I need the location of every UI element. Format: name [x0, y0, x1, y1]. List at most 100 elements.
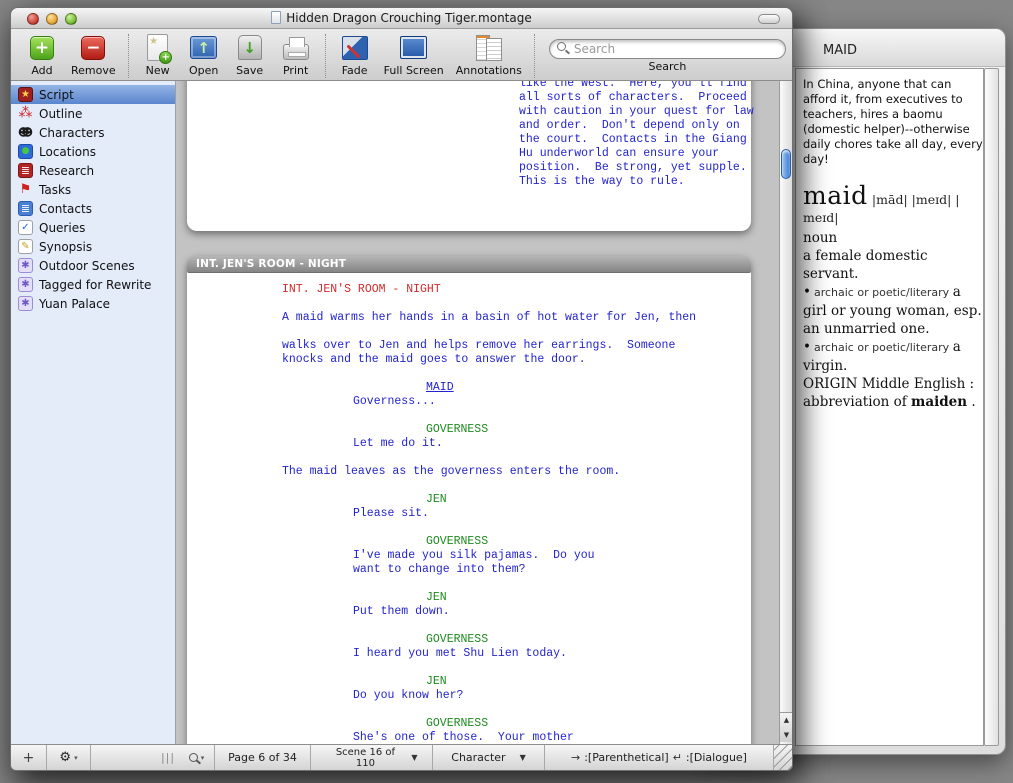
magnifier-icon	[189, 753, 198, 762]
drag-handle[interactable]: |||	[157, 745, 179, 770]
script-line-dialogue[interactable]: She's one of those. Your mother	[187, 731, 751, 744]
sidebar-item-outdoor-scenes[interactable]: ✱Outdoor Scenes	[11, 256, 175, 275]
script-line-action[interactable]: A maid warms her hands in a basin of hot…	[187, 311, 751, 325]
script-blank-line[interactable]	[187, 297, 751, 311]
fullscreen-button[interactable]: Full Screen	[384, 32, 444, 77]
fade-button[interactable]: Fade	[338, 32, 372, 77]
save-button[interactable]: ↓Save	[233, 32, 267, 77]
add-element-button[interactable]: +	[11, 745, 47, 770]
script-blank-line[interactable]	[187, 325, 751, 339]
origin-end: .	[971, 394, 975, 410]
script-line-dialogue[interactable]: Put them down.	[187, 605, 751, 619]
script-line-character[interactable]: GOVERNESS	[187, 717, 751, 731]
script-line-dialogue[interactable]: Please sit.	[187, 507, 751, 521]
script-line[interactable]: position. Be strong, yet supple.	[353, 161, 751, 175]
scrollbar-thumb[interactable]	[781, 149, 791, 179]
scroll-up-arrow-icon[interactable]: ▲	[780, 713, 793, 728]
scroll-down-arrow-icon[interactable]: ▼	[780, 728, 793, 743]
save-icon: ↓	[238, 35, 262, 60]
script-line-scene[interactable]: INT. JEN'S ROOM - NIGHT	[187, 283, 751, 297]
script-line[interactable]: the court. Contacts in the Giang	[353, 133, 751, 147]
script-line-character[interactable]: GOVERNESS	[187, 423, 751, 437]
status-bar: + ⚙ ▾ ||| ▾ Page 6 of 34 Scene 16 of 110…	[11, 744, 792, 770]
scene-selector[interactable]: Scene 16 of 110 ▼	[311, 745, 433, 770]
actions-menu-button[interactable]: ⚙ ▾	[47, 745, 91, 770]
sidebar-item-research[interactable]: ≣Research	[11, 161, 175, 180]
sidebar-item-outline[interactable]: ⁂Outline	[11, 104, 175, 123]
script-blank-line[interactable]	[187, 367, 751, 381]
add-button[interactable]: +Add	[25, 32, 59, 77]
sidebar-item-tasks[interactable]: ⚑Tasks	[11, 180, 175, 199]
script-line[interactable]: with caution in your quest for law	[353, 105, 751, 119]
sidebar-item-characters[interactable]: ☻Characters	[11, 123, 175, 142]
sidebar-item-label: Tagged for Rewrite	[39, 278, 151, 292]
script-line-action[interactable]: walks over to Jen and helps remove her e…	[187, 339, 751, 353]
toolbar-toggle-button[interactable]	[758, 14, 780, 24]
script-line-action[interactable]: The maid leaves as the governess enters …	[187, 465, 751, 479]
script-line[interactable]: like the West. Here, you'll find	[353, 81, 751, 91]
vertical-scrollbar[interactable]: ▲ ▼	[779, 81, 792, 744]
script-editor[interactable]: like the West. Here, you'll findall sort…	[176, 81, 779, 744]
script-line-dialogue[interactable]: I've made you silk pajamas. Do you	[187, 549, 751, 563]
print-label: Print	[283, 64, 308, 77]
dictionary-entry: maid |mād| |meɪd| | meɪd| noun a female …	[803, 187, 984, 411]
script-blank-line[interactable]	[187, 521, 751, 535]
script-line[interactable]: This is the way to rule.	[353, 175, 751, 189]
script-line-character[interactable]: GOVERNESS	[187, 633, 751, 647]
script-blank-line[interactable]	[187, 703, 751, 717]
toolbar-buttons: +Add −Remove +New ↑Open ↓Save Print Fade Full S…	[19, 32, 541, 80]
script-line-character[interactable]: JEN	[187, 675, 751, 689]
script-blank-line[interactable]	[187, 479, 751, 493]
script-line-action[interactable]: knocks and the maid goes to answer the d…	[187, 353, 751, 367]
sidebar-item-locations[interactable]: ●Locations	[11, 142, 175, 161]
dictionary-content[interactable]: In China, anyone that can afford it, fro…	[795, 68, 984, 746]
element-dropdown-arrow-icon: ▼	[520, 753, 526, 762]
script-panel-current-scene[interactable]: INT. JEN'S ROOM - NIGHT INT. JEN'S ROOM …	[187, 256, 751, 744]
script-line[interactable]: Hu underworld can ensure your	[353, 147, 751, 161]
script-line-dialogue[interactable]: I heard you met Shu Lien today.	[187, 647, 751, 661]
search-input[interactable]	[549, 39, 786, 59]
smart-folder-icon: ✱	[18, 277, 33, 292]
script-line-character[interactable]: JEN	[187, 493, 751, 507]
script-line-character[interactable]: GOVERNESS	[187, 535, 751, 549]
annotations-button[interactable]: Annotations	[456, 32, 522, 77]
scrollbar-arrows: ▲ ▼	[780, 712, 793, 742]
script-line-dialogue[interactable]: Let me do it.	[187, 437, 751, 451]
script-line-charlink[interactable]: MAID	[187, 381, 751, 395]
resize-grip[interactable]	[774, 745, 792, 770]
scene-header[interactable]: INT. JEN'S ROOM - NIGHT	[187, 256, 751, 273]
script-line[interactable]: and order. Don't depend only on	[353, 119, 751, 133]
script-line[interactable]: all sorts of characters. Proceed	[353, 91, 751, 105]
sidebar-item-tagged-for-rewrite[interactable]: ✱ Tagged for Rewrite	[11, 275, 175, 294]
sidebar-item-synopsis[interactable]: ✎Synopsis	[11, 237, 175, 256]
dictionary-headword: maid	[803, 181, 868, 210]
print-icon	[283, 44, 309, 60]
dictionary-origin: ORIGIN Middle English : abbreviation of …	[803, 375, 984, 411]
script-blank-line[interactable]	[187, 409, 751, 423]
new-button[interactable]: +New	[141, 32, 175, 77]
script-blank-line[interactable]	[187, 619, 751, 633]
sidebar-item-label: Queries	[39, 221, 85, 235]
script-panel-previous-scene[interactable]: like the West. Here, you'll findall sort…	[187, 81, 751, 231]
script-line-dialogue[interactable]: Governess...	[187, 395, 751, 409]
toolbar-separator	[534, 34, 535, 78]
queries-icon: ✓	[18, 220, 33, 235]
element-type-selector[interactable]: Character ▼	[433, 745, 545, 770]
script-line-character[interactable]: JEN	[187, 591, 751, 605]
sidebar-item-contacts[interactable]: ≣Contacts	[11, 199, 175, 218]
open-button[interactable]: ↑Open	[187, 32, 221, 77]
dictionary-scrollbar[interactable]	[984, 68, 999, 746]
sidebar-item-queries[interactable]: ✓ Queries	[11, 218, 175, 237]
sidebar-item-yuan-palace[interactable]: ✱Yuan Palace	[11, 294, 175, 313]
zoom-menu-button[interactable]: ▾	[179, 745, 215, 770]
script-blank-line[interactable]	[187, 577, 751, 591]
sidebar-item-script[interactable]: ★Script	[11, 85, 175, 104]
script-line-dialogue[interactable]: want to change into them?	[187, 563, 751, 577]
script-line-dialogue[interactable]: Do you know her?	[187, 689, 751, 703]
sense-label: archaic or poetic/literary	[814, 341, 953, 354]
remove-button[interactable]: −Remove	[71, 32, 116, 77]
script-blank-line[interactable]	[187, 661, 751, 675]
print-button[interactable]: Print	[279, 32, 313, 77]
script-blank-line[interactable]	[187, 451, 751, 465]
panel2-lines: INT. JEN'S ROOM - NIGHT A maid warms her…	[187, 273, 751, 744]
